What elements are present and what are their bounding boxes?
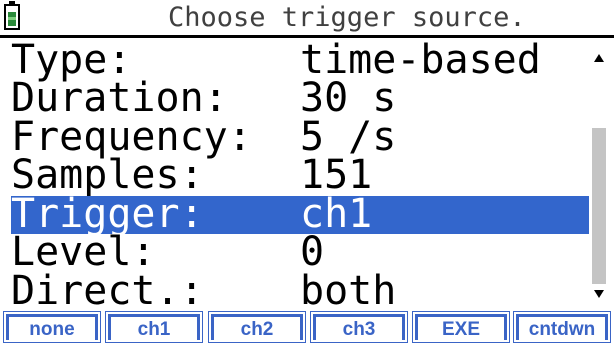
- setting-label: Direct.:: [11, 268, 204, 314]
- softkey-label: ch1: [111, 317, 197, 340]
- scrollbar[interactable]: [591, 40, 607, 302]
- status-bar: Choose trigger source.: [0, 0, 614, 38]
- softkey-none[interactable]: none: [3, 311, 101, 343]
- softkey-label: none: [9, 317, 95, 340]
- softkey-label: EXE: [418, 317, 504, 340]
- softkey-exe[interactable]: EXE: [412, 311, 510, 343]
- scrollbar-thumb[interactable]: [592, 128, 606, 284]
- prompt-text: Choose trigger source.: [168, 2, 526, 33]
- softkey-ch3[interactable]: ch3: [310, 311, 408, 343]
- settings-list: Type: time-based Duration: 30 s Frequenc…: [11, 38, 589, 313]
- battery-icon: [4, 1, 20, 30]
- softkey-label: cntdwn: [519, 317, 605, 340]
- softkey-label: ch3: [316, 317, 402, 340]
- softkey-ch1[interactable]: ch1: [105, 311, 203, 343]
- setting-row-direction[interactable]: Direct.: both: [11, 269, 589, 313]
- setting-row-level[interactable]: Level: 0: [11, 230, 589, 274]
- setting-row-samples[interactable]: Samples: 151: [11, 153, 589, 197]
- softkey-ch2[interactable]: ch2: [208, 311, 306, 343]
- function-key-bar: none ch1 ch2 ch3 EXE cntdwn: [0, 311, 614, 345]
- scroll-up-arrow-icon[interactable]: [594, 54, 604, 62]
- setting-row-duration[interactable]: Duration: 30 s: [11, 76, 589, 120]
- setting-value: both: [300, 268, 397, 314]
- softkey-countdown[interactable]: cntdwn: [513, 311, 611, 343]
- scroll-down-arrow-icon[interactable]: [594, 290, 604, 298]
- softkey-label: ch2: [214, 317, 300, 340]
